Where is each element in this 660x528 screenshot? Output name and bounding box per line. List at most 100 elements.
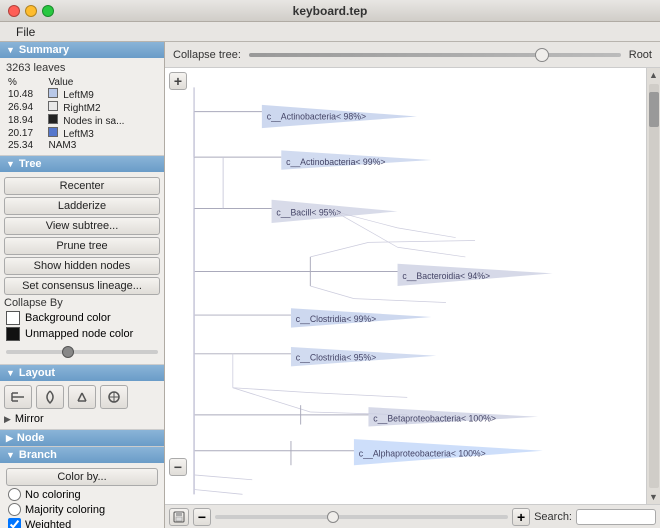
label-1: RightM2 [63,103,100,114]
layout-content: ▶ Mirror [0,381,164,430]
tree-label: Tree [19,158,42,170]
background-color-label: Background color [25,312,111,324]
search-input[interactable] [576,509,656,525]
pct-2: 18.94 [6,114,46,127]
file-menu[interactable]: File [8,25,43,39]
svg-text:c__Actinobacteria< 98%>: c__Actinobacteria< 98%> [267,111,366,121]
recenter-button[interactable]: Recenter [4,177,160,195]
layout-arrow: ▼ [6,368,15,378]
minimize-button[interactable] [25,5,37,17]
label-4: NAM3 [48,140,76,151]
background-color-swatch[interactable] [6,311,20,325]
value-col-header: Value [46,77,158,88]
no-coloring-label: No coloring [25,489,81,501]
window-controls[interactable] [8,5,54,17]
left-panel: ▼ Summary 3263 leaves % Value 10.48 Left… [0,42,165,528]
tree-viz[interactable]: c__Actinobacteria< 98%> c__Actinobacteri… [165,68,660,504]
bottom-zoom-in-button[interactable]: + [512,508,530,526]
unmapped-color-swatch[interactable] [6,327,20,341]
collapse-by-label: Collapse By [4,297,160,309]
no-coloring-row: No coloring [8,488,156,501]
tree-content: Recenter Ladderize View subtree... Prune… [0,172,164,365]
tree-slider-row [6,345,158,357]
weighted-label: Weighted [25,519,71,528]
weighted-row: Weighted [8,518,156,528]
tree-slider[interactable] [6,350,158,354]
right-scrollbar[interactable]: ▲ ▼ [646,68,660,504]
svg-text:c__Bacill< 95%>: c__Bacill< 95%> [276,207,341,217]
prune-tree-button[interactable]: Prune tree [4,237,160,255]
percent-col-header: % [6,77,46,88]
layout-icon-1[interactable] [36,385,64,409]
svg-text:c__Clostridia< 95%>: c__Clostridia< 95%> [296,353,376,363]
majority-coloring-radio[interactable] [8,503,21,516]
color-by-button[interactable]: Color by... [6,468,158,486]
mirror-expand-icon: ▶ [4,414,11,425]
svg-text:c__Alphaproteobacteria< 100%>: c__Alphaproteobacteria< 100%> [359,449,486,459]
ladderize-button[interactable]: Ladderize [4,197,160,215]
layout-icon-2[interactable] [68,385,96,409]
scroll-track [649,84,659,488]
window-title: keyboard.tep [293,4,368,18]
branch-content: Color by... No coloring Majority colorin… [0,463,164,528]
node-section-header[interactable]: ▶ Node [0,430,164,446]
summary-row-1: 26.94 RightM2 [6,101,158,114]
collapse-bar: Collapse tree: Root [165,42,660,68]
pct-4: 25.34 [6,140,46,151]
val-2: Nodes in sa... [46,114,158,127]
bottom-bar: − + Search: [165,504,660,528]
summary-arrow: ▼ [6,45,15,55]
summary-label: Summary [19,44,69,56]
svg-text:c__Clostridia< 99%>: c__Clostridia< 99%> [296,314,376,324]
val-3: LeftM3 [46,127,158,140]
unmapped-color-label: Unmapped node color [25,328,133,340]
summary-section-header[interactable]: ▼ Summary [0,42,164,58]
scroll-down-arrow[interactable]: ▼ [647,490,660,504]
pct-1: 26.94 [6,101,46,114]
zoom-out-tree-button[interactable]: − [169,458,187,476]
right-panel: Collapse tree: Root c__Actinobacteria< 9… [165,42,660,528]
maximize-button[interactable] [42,5,54,17]
save-icon [173,511,185,523]
layout-label: Layout [19,367,55,379]
layout-section-header[interactable]: ▼ Layout [0,365,164,381]
title-bar: keyboard.tep [0,0,660,22]
svg-text:c__Betaproteobacteria< 100%>: c__Betaproteobacteria< 100%> [373,414,496,424]
swatch-0 [48,88,58,98]
bottom-zoom-slider[interactable] [215,515,508,519]
set-consensus-button[interactable]: Set consensus lineage... [4,277,160,295]
label-0: LeftM9 [63,90,94,101]
view-subtree-button[interactable]: View subtree... [4,217,160,235]
layout-icon-0[interactable] [4,385,32,409]
tree-section-header[interactable]: ▼ Tree [0,156,164,172]
majority-coloring-row: Majority coloring [8,503,156,516]
mirror-label: Mirror [15,413,44,425]
weighted-checkbox[interactable] [8,518,21,528]
swatch-1 [48,101,58,111]
summary-table: % Value 10.48 LeftM9 26.94 RightM2 [6,77,158,151]
val-0: LeftM9 [46,88,158,101]
summary-content: 3263 leaves % Value 10.48 LeftM9 26.94 [0,58,164,156]
branch-section-header[interactable]: ▼ Branch [0,447,164,463]
val-1: RightM2 [46,101,158,114]
scroll-up-arrow[interactable]: ▲ [647,68,660,82]
collapse-slider[interactable] [249,53,621,57]
close-button[interactable] [8,5,20,17]
summary-row-4: 25.34 NAM3 [6,140,158,151]
bottom-zoom-out-button[interactable]: − [193,508,211,526]
collapse-tree-label: Collapse tree: [173,49,241,61]
swatch-3 [48,127,58,137]
branch-arrow: ▼ [6,450,15,460]
show-hidden-button[interactable]: Show hidden nodes [4,257,160,275]
save-button[interactable] [169,508,189,526]
layout-icon-3[interactable] [100,385,128,409]
tree-layout-icon [10,389,26,405]
menu-bar: File [0,22,660,42]
zoom-in-tree-button[interactable]: + [169,72,187,90]
search-label: Search: [534,511,572,523]
radial-layout-icon [42,389,58,405]
main-layout: ▼ Summary 3263 leaves % Value 10.48 Left… [0,42,660,528]
unmapped-color-row: Unmapped node color [6,327,158,341]
scroll-thumb[interactable] [649,92,659,127]
no-coloring-radio[interactable] [8,488,21,501]
